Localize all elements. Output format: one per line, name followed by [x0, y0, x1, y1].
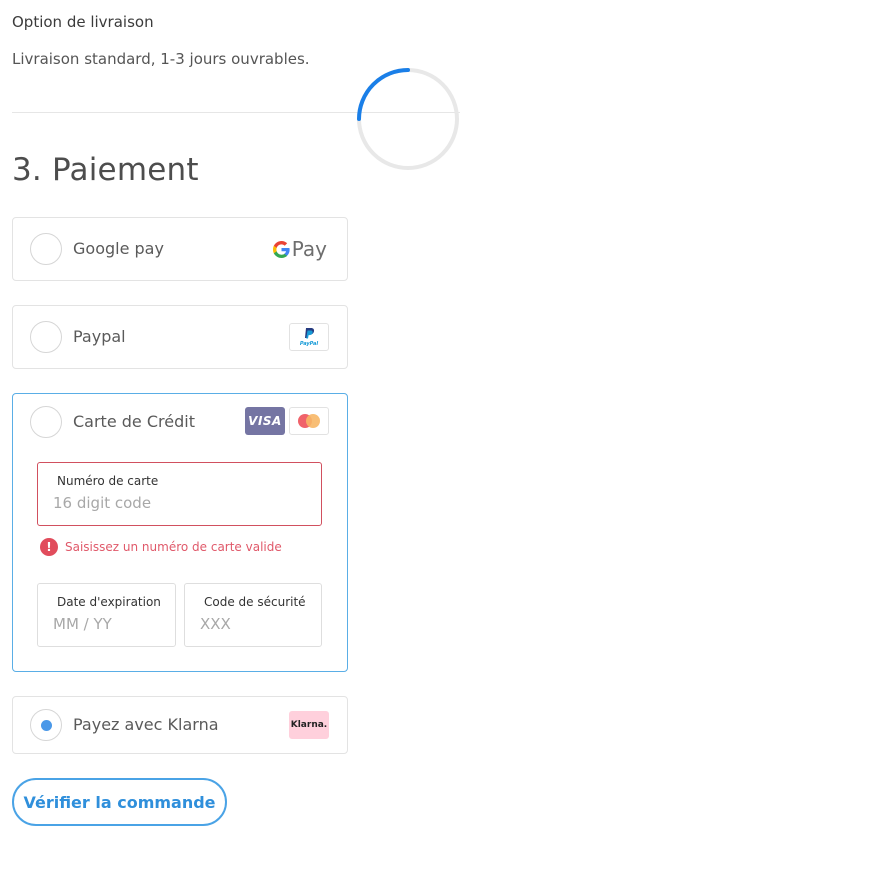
paypal-p-icon	[305, 327, 315, 338]
shipping-description: Livraison standard, 1-3 jours ouvrables.	[12, 50, 310, 68]
card-number-error: ! Saisissez un numéro de carte valide	[40, 538, 282, 556]
security-code-field[interactable]: Code de sécurité	[184, 583, 322, 647]
credit-card-label: Carte de Crédit	[73, 412, 195, 431]
expiry-date-input[interactable]	[53, 615, 170, 633]
loading-spinner-icon	[357, 68, 459, 170]
security-code-input[interactable]	[200, 615, 316, 633]
payment-option-google-pay[interactable]: Google pay Pay	[12, 217, 348, 281]
expiry-date-label: Date d'expiration	[57, 595, 161, 609]
card-number-error-text: Saisissez un numéro de carte valide	[65, 540, 282, 554]
credit-card-radio[interactable]	[30, 406, 62, 438]
payment-option-credit-card[interactable]: Carte de Crédit VISA Numéro de carte ! S…	[12, 393, 348, 672]
card-number-input[interactable]	[53, 494, 316, 512]
paypal-radio[interactable]	[30, 321, 62, 353]
mastercard-logo	[289, 407, 329, 435]
paypal-logo-text: PayPal	[299, 340, 319, 347]
google-g-icon	[272, 240, 290, 258]
klarna-logo-text: Klarna.	[290, 720, 328, 730]
klarna-label: Payez avec Klarna	[73, 715, 219, 734]
klarna-logo: Klarna.	[289, 711, 329, 739]
security-code-label: Code de sécurité	[204, 595, 306, 609]
payment-option-klarna[interactable]: Payez avec Klarna Klarna.	[12, 696, 348, 754]
payment-option-paypal[interactable]: Paypal PayPal	[12, 305, 348, 369]
mastercard-circles-icon	[298, 414, 320, 428]
google-pay-logo-text: Pay	[291, 237, 327, 261]
google-pay-label: Google pay	[73, 239, 164, 258]
card-number-label: Numéro de carte	[57, 474, 159, 488]
error-exclamation-icon: !	[40, 538, 58, 556]
visa-logo: VISA	[245, 407, 285, 435]
google-pay-logo: Pay	[272, 237, 327, 261]
payment-section-title: 3. Paiement	[12, 152, 199, 188]
verify-order-button[interactable]: Vérifier la commande	[12, 778, 227, 826]
klarna-radio[interactable]	[30, 709, 62, 741]
card-number-field[interactable]: Numéro de carte	[37, 462, 322, 526]
paypal-logo: PayPal	[289, 323, 329, 351]
expiry-date-field[interactable]: Date d'expiration	[37, 583, 176, 647]
google-pay-radio[interactable]	[30, 233, 62, 265]
shipping-title: Option de livraison	[12, 13, 154, 31]
paypal-label: Paypal	[73, 327, 126, 346]
